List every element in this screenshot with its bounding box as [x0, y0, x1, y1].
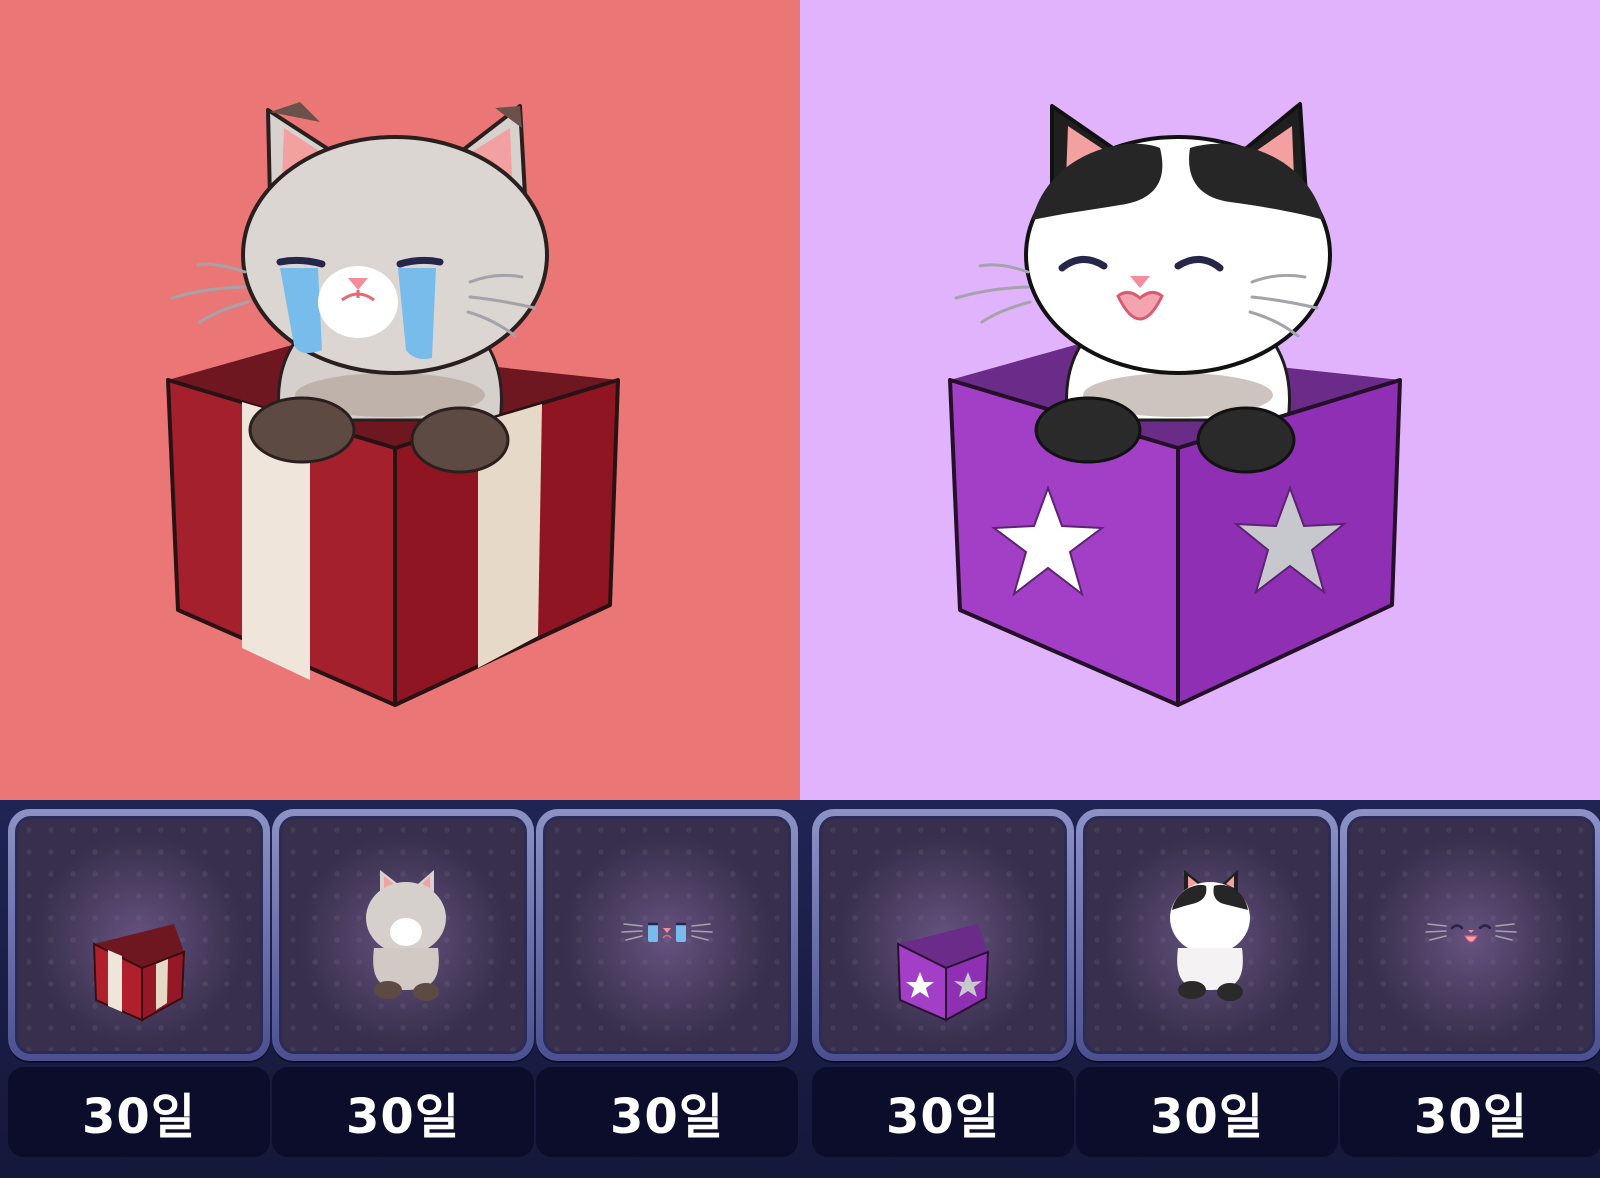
red-gift-box-icon: [92, 924, 186, 1022]
item-slot-crying-face[interactable]: 30일: [536, 809, 798, 1159]
item-tile[interactable]: [272, 809, 534, 1061]
item-slot-laughing-face[interactable]: 30일: [1340, 809, 1600, 1159]
item-tile[interactable]: [8, 809, 270, 1061]
item-slot-tuxedo-cat-body[interactable]: 30일: [1076, 809, 1338, 1159]
item-duration: 30일: [272, 1067, 534, 1157]
item-tile[interactable]: [812, 809, 1074, 1061]
item-tile[interactable]: [536, 809, 798, 1061]
item-duration: 30일: [536, 1067, 798, 1157]
item-duration: 30일: [8, 1067, 270, 1157]
crying-gray-cat-icon: [0, 0, 800, 800]
preview-panel-right: [800, 0, 1600, 800]
item-thumbnail: [543, 816, 791, 1054]
tuxedo-cat-body-icon: [1170, 870, 1250, 1001]
item-slot-gray-cat-body[interactable]: 30일: [272, 809, 534, 1159]
item-tile[interactable]: [1340, 809, 1600, 1061]
item-tile[interactable]: [1076, 809, 1338, 1061]
crying-face-icon: [621, 922, 713, 942]
item-thumbnail: [819, 816, 1067, 1054]
laughing-face-icon: [1425, 923, 1517, 943]
item-slot-red-gift-box[interactable]: 30일: [8, 809, 270, 1159]
purple-star-box-icon: [896, 924, 990, 1022]
item-duration: 30일: [1076, 1067, 1338, 1157]
preview-panel-left: [0, 0, 800, 800]
happy-tuxedo-cat-icon: [800, 0, 1600, 800]
item-strip: 30일 30일 30일 30일 30일 30일: [0, 800, 1600, 1178]
item-thumbnail: [1083, 816, 1331, 1054]
item-thumbnail: [279, 816, 527, 1054]
item-thumbnail: [1347, 816, 1595, 1054]
item-thumbnail: [15, 816, 263, 1054]
item-duration: 30일: [812, 1067, 1074, 1157]
item-duration: 30일: [1340, 1067, 1600, 1157]
gray-cat-body-icon: [366, 870, 446, 1001]
item-slot-purple-star-box[interactable]: 30일: [812, 809, 1074, 1159]
